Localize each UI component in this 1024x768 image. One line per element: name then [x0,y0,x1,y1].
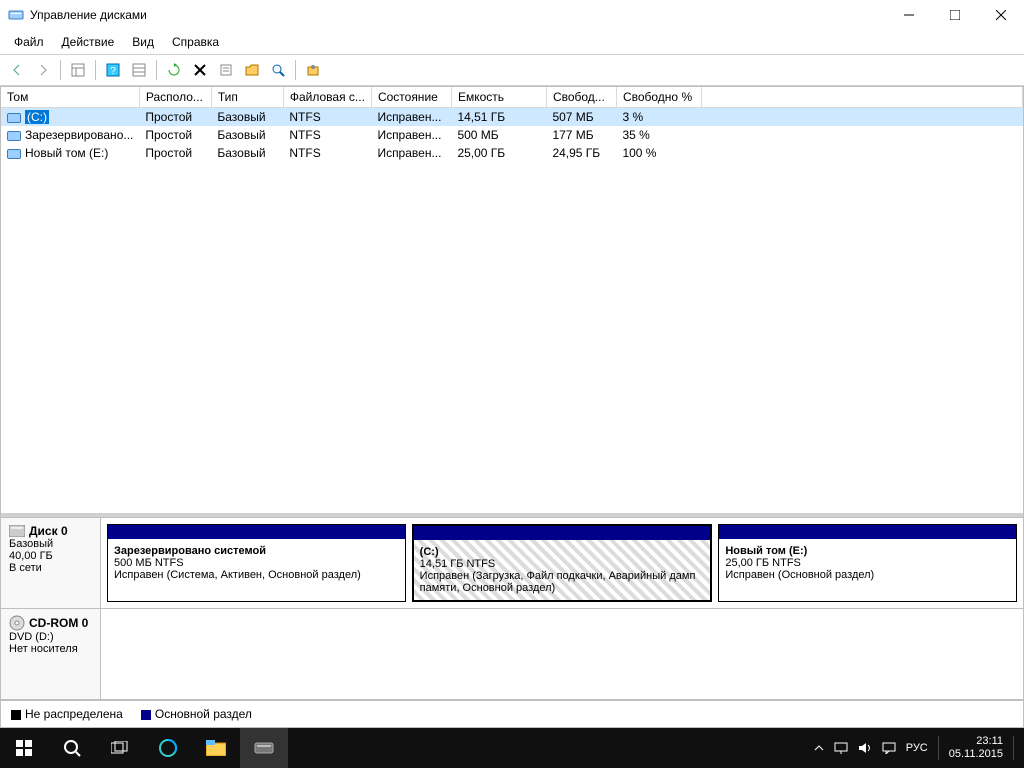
table-row[interactable]: Зарезервировано...ПростойБазовыйNTFSИспр… [1,126,1023,144]
volume-icon [7,131,21,141]
col-type[interactable]: Тип [211,87,283,108]
app-icon [8,7,24,23]
legend-primary: Основной раздел [141,707,252,721]
disk-row: Диск 0Базовый40,00 ГБВ сетиЗарезервирова… [1,518,1023,609]
properties-button[interactable] [215,59,237,81]
legend-unallocated: Не распределена [11,707,123,721]
tray-action-center-icon[interactable] [882,742,896,754]
title-bar: Управление дисками [0,0,1024,30]
content-area: Том Располо... Тип Файловая с... Состоян… [0,86,1024,728]
minimize-button[interactable] [886,0,932,30]
taskbar-disk-mgmt[interactable] [240,728,288,768]
window-controls [886,0,1024,30]
disk-map: Диск 0Базовый40,00 ГБВ сетиЗарезервирова… [1,517,1023,700]
menu-bar: Файл Действие Вид Справка [0,30,1024,55]
window-title: Управление дисками [30,8,147,22]
legend: Не распределена Основной раздел [1,700,1023,727]
col-free-pct[interactable]: Свободно % [616,87,701,108]
col-spacer [701,87,1022,108]
tray-chevron-icon[interactable] [814,743,824,753]
volume-table: Том Располо... Тип Файловая с... Состоян… [1,87,1023,162]
partition[interactable]: Зарезервировано системой500 МБ NTFSИспра… [107,524,406,602]
menu-file[interactable]: Файл [6,32,52,52]
table-row[interactable]: (C:)ПростойБазовыйNTFSИсправен...14,51 Г… [1,108,1023,127]
col-status[interactable]: Состояние [371,87,451,108]
cdrom-icon [9,615,25,631]
maximize-button[interactable] [932,0,978,30]
task-view-button[interactable] [96,728,144,768]
search-button[interactable] [48,728,96,768]
menu-help[interactable]: Справка [164,32,227,52]
settings-button[interactable] [302,59,324,81]
col-volume[interactable]: Том [1,87,139,108]
volume-list[interactable]: Том Располо... Тип Файловая с... Состоян… [1,87,1023,517]
disk-label: Диск 0Базовый40,00 ГБВ сети [1,518,101,608]
tray-language[interactable]: РУС [906,742,928,754]
tray-clock[interactable]: 23:11 05.11.2015 [949,735,1003,761]
col-capacity[interactable]: Емкость [451,87,546,108]
show-hide-tree-button[interactable] [67,59,89,81]
partition-container [101,609,1023,699]
menu-view[interactable]: Вид [124,32,162,52]
close-button[interactable] [978,0,1024,30]
refresh-button[interactable] [163,59,185,81]
taskbar-explorer[interactable] [192,728,240,768]
open-button[interactable] [241,59,263,81]
taskbar-edge[interactable] [144,728,192,768]
disk-label: CD-ROM 0DVD (D:)Нет носителя [1,609,101,699]
partition-container: Зарезервировано системой500 МБ NTFSИспра… [101,518,1023,608]
table-row[interactable]: Новый том (E:)ПростойБазовыйNTFSИсправен… [1,144,1023,162]
tray-volume-icon[interactable] [858,742,872,754]
col-free[interactable]: Свобод... [546,87,616,108]
back-button[interactable] [6,59,28,81]
forward-button[interactable] [32,59,54,81]
volume-icon [7,149,21,159]
partition[interactable]: (C:)14,51 ГБ NTFSИсправен (Загрузка, Фай… [412,524,713,602]
disk-icon [9,525,25,537]
disk-row: CD-ROM 0DVD (D:)Нет носителя [1,609,1023,700]
delete-button[interactable] [189,59,211,81]
tray-network-icon[interactable] [834,742,848,754]
toolbar: ? [0,55,1024,86]
find-button[interactable] [267,59,289,81]
menu-action[interactable]: Действие [54,32,123,52]
partition[interactable]: Новый том (E:)25,00 ГБ NTFSИсправен (Осн… [718,524,1017,602]
taskbar: РУС 23:11 05.11.2015 [0,728,1024,768]
start-button[interactable] [0,728,48,768]
col-fs[interactable]: Файловая с... [283,87,371,108]
view-list-button[interactable] [128,59,150,81]
svg-text:?: ? [110,66,116,77]
help-button[interactable]: ? [102,59,124,81]
col-layout[interactable]: Располо... [139,87,211,108]
volume-icon [7,113,21,123]
